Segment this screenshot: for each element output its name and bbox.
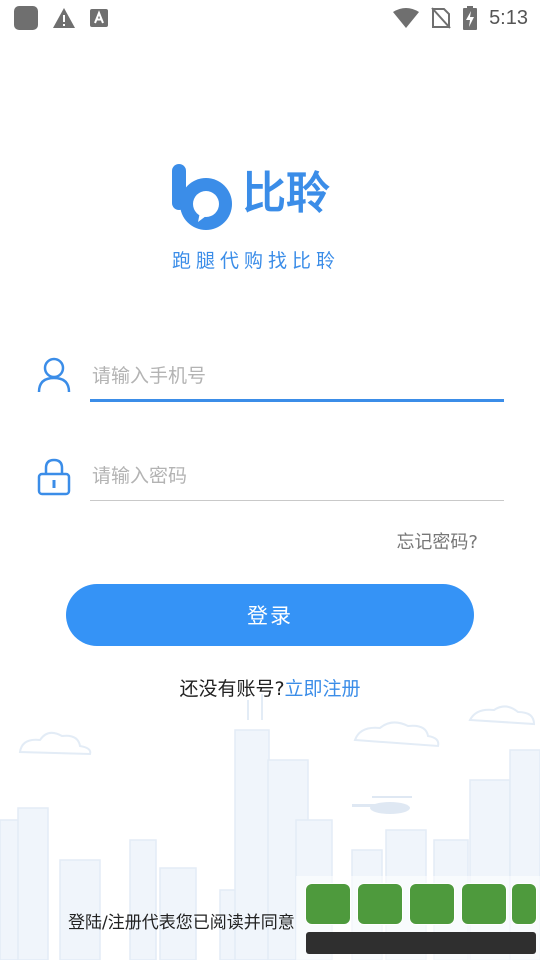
password-underline [90,500,504,501]
brand-slogan: 跑腿代购找比聆 [172,250,341,272]
brand-b-icon [172,164,232,230]
login-button[interactable]: 登录 [66,584,474,646]
forgot-password-link[interactable]: 忘记密码? [396,528,478,554]
password-field [36,456,506,506]
user-icon [37,357,71,393]
watermark-logo [296,876,540,960]
no-sim-icon [431,7,451,29]
status-time: 5:13 [489,6,528,29]
brand-name: 比聆 [242,168,330,219]
warning-icon [53,8,75,28]
wifi-icon [393,8,420,28]
lock-icon [37,458,71,496]
battery-charging-icon [463,6,478,30]
text-box-icon [90,9,108,27]
app-logo: 比聆 [172,162,362,234]
phone-input[interactable] [90,356,506,396]
phone-field [36,356,506,406]
terms-text: 登陆/注册代表您已阅读并同意 [68,913,295,933]
password-input[interactable] [90,456,506,496]
status-bar: 5:13 [0,0,540,36]
notification-app-icon [14,6,38,30]
phone-underline [90,399,504,402]
